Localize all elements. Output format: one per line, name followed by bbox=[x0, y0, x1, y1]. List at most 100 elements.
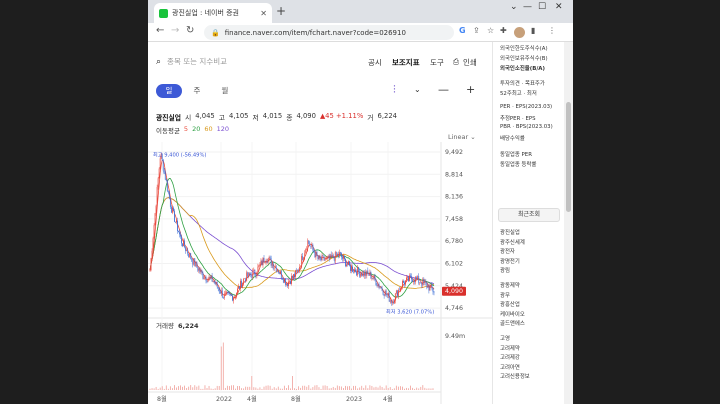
volume-bar bbox=[324, 385, 326, 390]
candle-body bbox=[216, 281, 218, 288]
candle-body bbox=[278, 272, 280, 274]
recent-stock-link[interactable]: 케이바이오 bbox=[500, 310, 525, 318]
recent-stock-link[interactable]: 광주신세계 bbox=[500, 238, 525, 246]
zoom-in-icon[interactable]: + bbox=[466, 83, 475, 96]
print-icon[interactable]: ⎙ bbox=[453, 57, 459, 67]
candle-body bbox=[157, 178, 159, 188]
x-tick-label: 4월 bbox=[383, 394, 393, 403]
volume-bar bbox=[267, 385, 269, 390]
candle-body bbox=[432, 288, 434, 292]
moving-average-legend[interactable]: 이동평균 5 20 60 120 bbox=[156, 125, 229, 135]
chevron-down-icon[interactable]: ⌄ bbox=[414, 85, 421, 94]
new-tab-icon[interactable]: + bbox=[276, 4, 286, 18]
menu-indicators[interactable]: 보조지표 bbox=[392, 57, 420, 68]
google-icon[interactable]: G bbox=[459, 26, 466, 35]
candle-body bbox=[264, 262, 266, 263]
candle-body bbox=[194, 258, 196, 267]
candle-type-icon[interactable]: ⫶ bbox=[393, 83, 396, 97]
candle-body bbox=[168, 192, 170, 199]
volume-bar bbox=[393, 388, 395, 390]
menu-icon[interactable]: ⋮ bbox=[548, 26, 556, 35]
candle-body bbox=[228, 292, 230, 294]
candle-body bbox=[358, 267, 360, 272]
recent-stock-link[interactable]: 골드앤에스 bbox=[500, 319, 525, 327]
candle-body bbox=[247, 272, 249, 277]
menu-disclosure[interactable]: 공시 bbox=[368, 57, 382, 68]
recent-stock-link[interactable]: 고려신용정보 bbox=[500, 372, 530, 380]
candle-body bbox=[251, 275, 253, 278]
recent-stock-link[interactable]: 광전자 bbox=[500, 247, 515, 255]
volume-bar bbox=[308, 385, 310, 390]
candle-body bbox=[171, 207, 173, 213]
address-bar[interactable]: 🔒 finance.naver.com/item/fchart.naver?co… bbox=[204, 25, 454, 40]
volume-bar bbox=[271, 388, 273, 390]
menu-tools[interactable]: 도구 bbox=[430, 57, 444, 68]
star-icon[interactable]: ☆ bbox=[487, 26, 494, 35]
scale-selector[interactable]: Linear ⌄ bbox=[448, 133, 476, 141]
extensions-icon[interactable]: ✚ bbox=[500, 26, 507, 35]
vertical-scrollbar[interactable] bbox=[564, 42, 573, 404]
volume-bar bbox=[353, 385, 354, 390]
recent-stock-link[interactable]: 고려아연 bbox=[500, 363, 520, 371]
volume-bar bbox=[422, 385, 424, 390]
candle-body bbox=[297, 270, 298, 272]
recent-stock-link[interactable]: 광진실업 bbox=[500, 228, 520, 236]
candle-body bbox=[367, 270, 369, 274]
recent-stock-link[interactable]: 광흥산업 bbox=[500, 300, 520, 308]
candle-body bbox=[343, 255, 344, 259]
candle-body bbox=[246, 272, 248, 282]
recent-stock-link[interactable]: 광명전기 bbox=[500, 257, 520, 265]
period-week[interactable]: 주 bbox=[184, 84, 210, 98]
maximize-icon[interactable]: ☐ bbox=[538, 2, 546, 12]
candle-body bbox=[359, 271, 361, 277]
profile-avatar[interactable] bbox=[514, 27, 525, 38]
back-icon[interactable]: ← bbox=[156, 25, 164, 36]
low-label: 저 bbox=[252, 114, 259, 122]
candle-body bbox=[300, 266, 302, 268]
window-close-icon[interactable]: ✕ bbox=[555, 2, 563, 12]
reload-icon[interactable]: ↻ bbox=[186, 25, 194, 36]
volume-tick: 9.49m bbox=[445, 333, 465, 340]
period-day[interactable]: 일 bbox=[156, 84, 182, 98]
candle-body bbox=[209, 276, 211, 278]
volume-bar bbox=[202, 388, 204, 390]
candle-body bbox=[206, 280, 208, 282]
candle-body bbox=[363, 271, 365, 276]
price-chart[interactable]: 9,4928,8148,1367,4586,7806,1025,4244,746… bbox=[148, 142, 492, 404]
recent-stock-link[interactable]: 광림 bbox=[500, 266, 510, 274]
recent-views-tab[interactable]: 최근조회 bbox=[498, 208, 560, 222]
menu-print[interactable]: 인쇄 bbox=[463, 57, 477, 68]
candle-body bbox=[207, 278, 209, 282]
high-value: 4,105 bbox=[229, 112, 249, 120]
scrollbar-thumb[interactable] bbox=[566, 102, 571, 212]
right-sidebar: 최근조회 외국인한도주식수(A) 외국인보유주식수(B) 외국인소진율(B/A) 투자… bbox=[492, 42, 564, 404]
compare-search[interactable]: ⌕ 종목 또는 지수비교 bbox=[156, 56, 227, 67]
volume-current: 6,224 bbox=[178, 322, 199, 330]
candle-body bbox=[355, 269, 357, 273]
zoom-out-icon[interactable]: — bbox=[438, 83, 449, 96]
recent-stock-link[interactable]: 광동제약 bbox=[500, 281, 520, 289]
recent-stock-link[interactable]: 고영 bbox=[500, 334, 510, 342]
close-icon[interactable]: ✕ bbox=[260, 9, 267, 18]
volume-bar bbox=[357, 388, 359, 390]
forward-icon[interactable]: → bbox=[171, 25, 179, 36]
volume-bar bbox=[235, 388, 236, 390]
browser-tab[interactable]: 광진실업 : 네이버 증권 ✕ bbox=[154, 3, 272, 23]
recent-stock-link[interactable]: 광무 bbox=[500, 291, 510, 299]
share-icon[interactable]: ⇪ bbox=[473, 26, 480, 35]
recent-stock-link[interactable]: 고려제강 bbox=[500, 353, 520, 361]
candle-body bbox=[411, 276, 413, 280]
candle-body bbox=[381, 287, 383, 291]
candle-body bbox=[360, 273, 362, 277]
candle-body bbox=[383, 294, 385, 296]
candle-body bbox=[295, 270, 296, 277]
recent-stock-link[interactable]: 고려제약 bbox=[500, 344, 520, 352]
sidepanel-icon[interactable]: ▮ bbox=[531, 26, 535, 35]
chevron-down-icon[interactable]: ⌄ bbox=[510, 2, 518, 12]
candle-body bbox=[217, 287, 219, 289]
period-month[interactable]: 월 bbox=[212, 84, 238, 98]
minimize-icon[interactable]: — bbox=[523, 2, 532, 12]
candle-body bbox=[385, 290, 387, 295]
volume-bar bbox=[279, 388, 281, 390]
volume-bar bbox=[418, 388, 420, 390]
